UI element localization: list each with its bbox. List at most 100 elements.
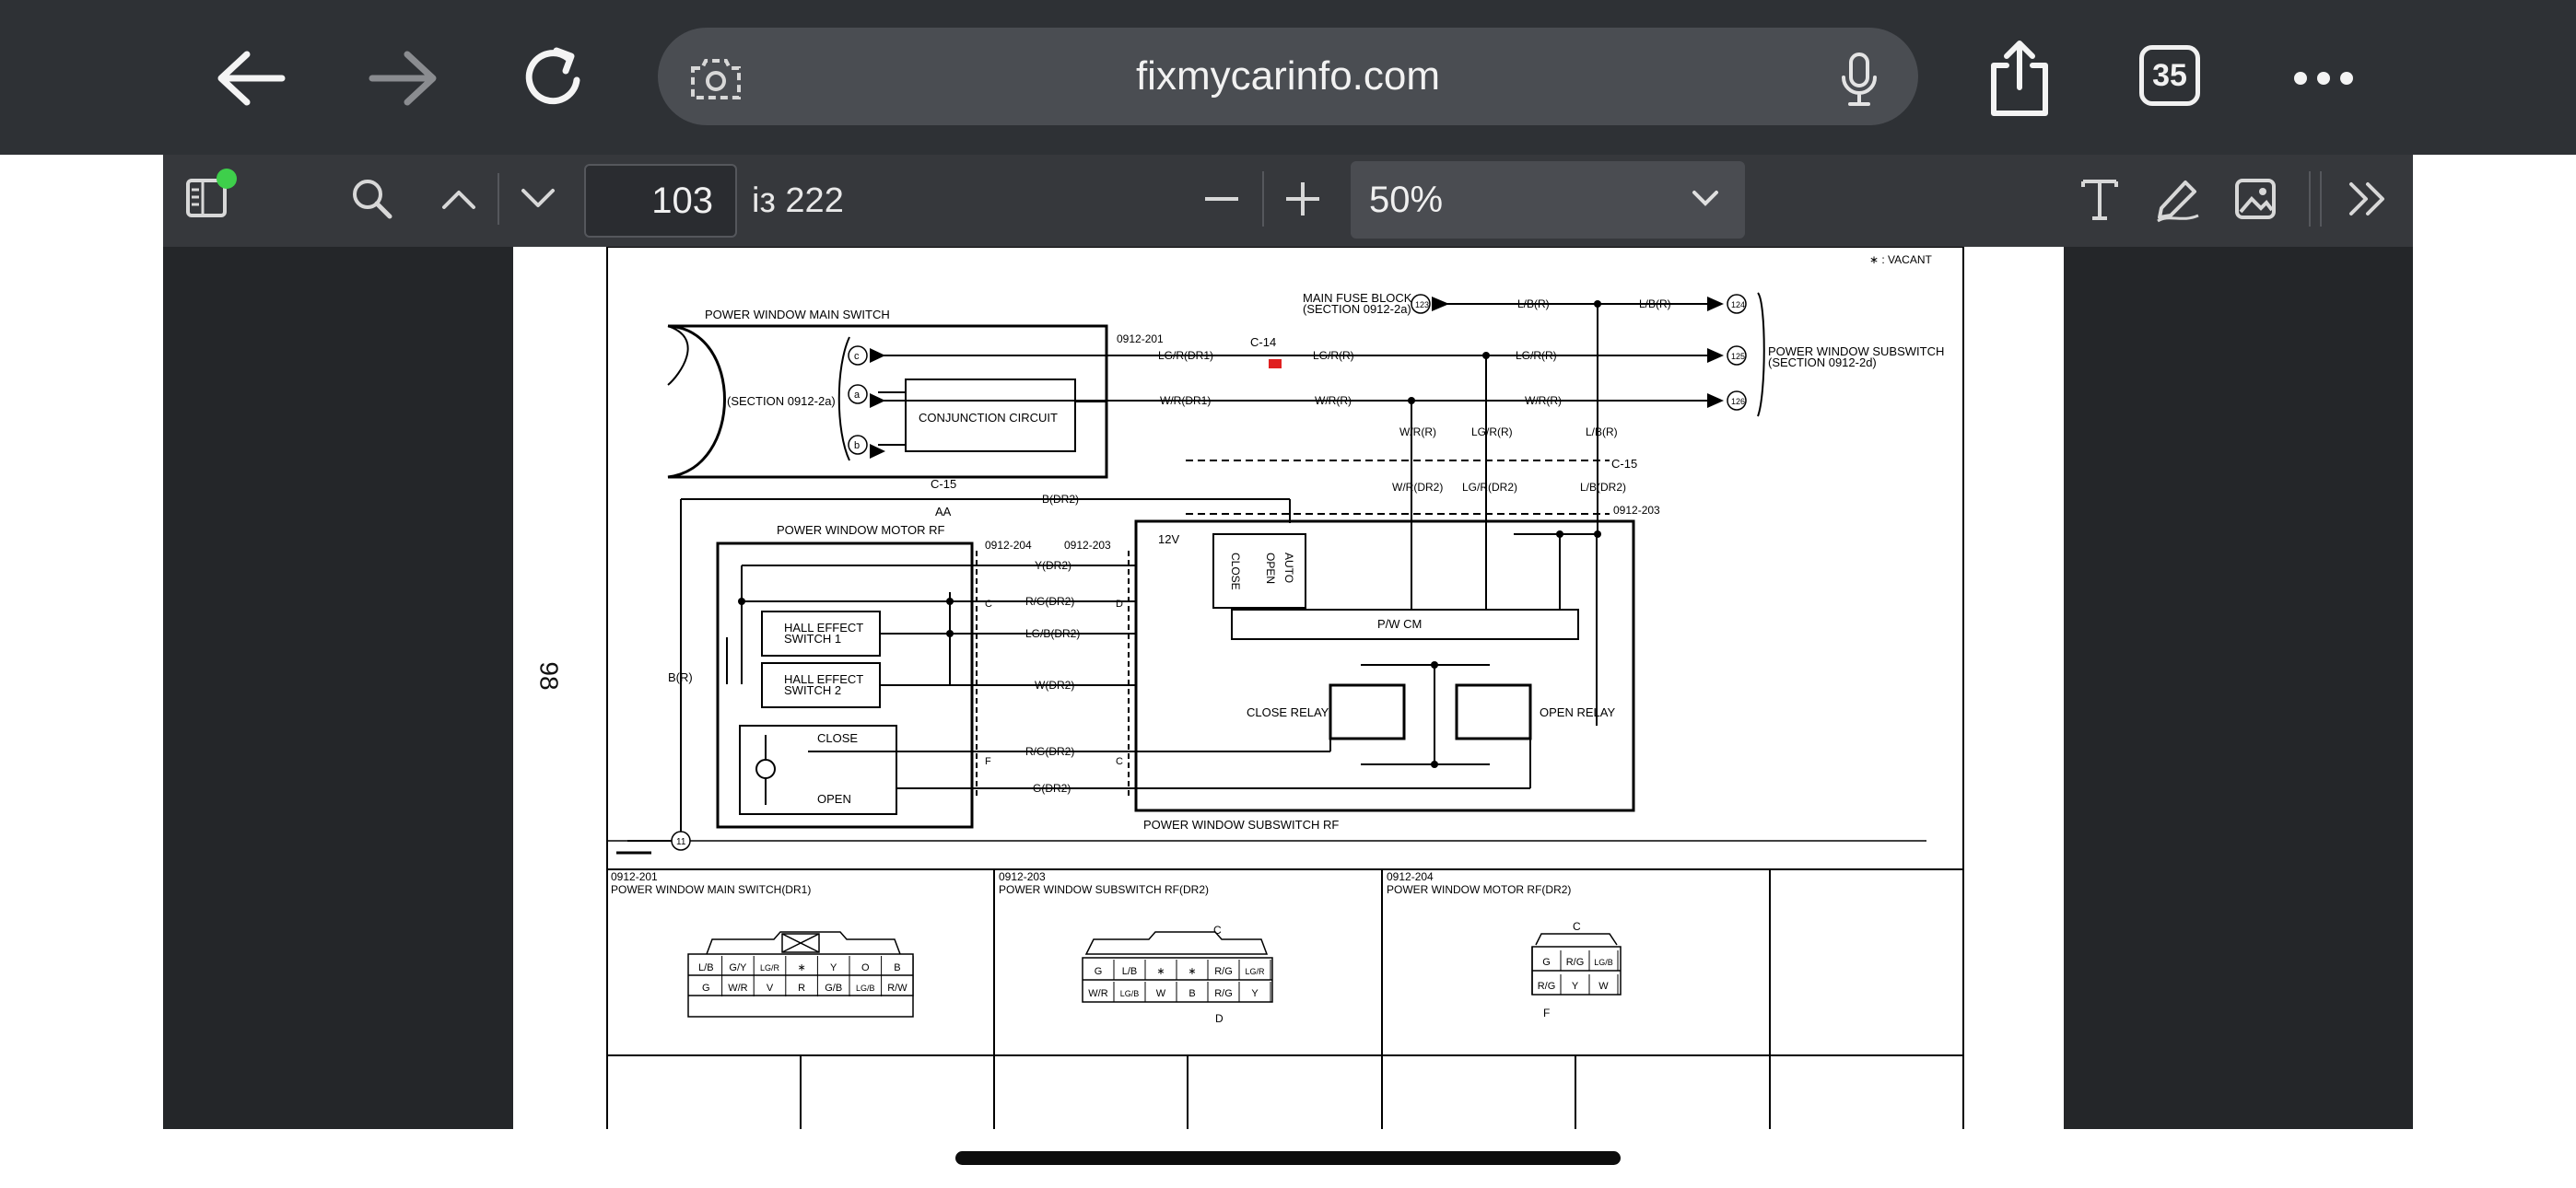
connector-pin-label: B — [1188, 988, 1195, 999]
switch-open-label: OPEN — [1264, 553, 1277, 584]
main-switch-label: POWER WINDOW MAIN SWITCH — [705, 308, 890, 321]
connector-pin-label: W/R — [728, 983, 747, 994]
pin-label: F — [985, 756, 991, 767]
connector-pin-label: W/R — [1088, 988, 1107, 999]
terminal-123: 123 — [1415, 300, 1429, 309]
section-2a-label: (SECTION 0912-2a) — [727, 394, 836, 408]
pen-tool-icon[interactable] — [2152, 171, 2204, 227]
c15-label: C-15 — [931, 477, 956, 491]
motor-rf-label: POWER WINDOW MOTOR RF — [777, 523, 945, 537]
conn-204-bottom: F — [1543, 1007, 1550, 1019]
browser-toolbar: fixmycarinfo.com 35 — [0, 0, 2576, 155]
terminal-126: 126 — [1731, 397, 1745, 406]
connector-pin-label: R/G — [1566, 957, 1585, 968]
connector-pin-label: V — [767, 983, 774, 994]
connector-pin-label: ∗ — [1156, 966, 1165, 977]
wire-label: W/R(R) — [1315, 394, 1352, 407]
pwcm-label: P/W CM — [1377, 617, 1422, 631]
wire-label: W/R(R) — [1525, 394, 1562, 407]
wire-label: L/B(DR2) — [1580, 481, 1626, 494]
motor-open-label: OPEN — [817, 792, 851, 806]
subswitch-section: (SECTION 0912-2d) — [1768, 355, 1877, 369]
connector-pin-label: R/G — [1538, 981, 1556, 992]
terminal-124: 124 — [1731, 300, 1745, 309]
switch-close-label: CLOSE — [1229, 553, 1242, 590]
chevron-up-icon[interactable] — [433, 175, 485, 223]
wire-label: LG/B(DR2) — [1025, 627, 1080, 640]
hall1-label-b: SWITCH 1 — [784, 632, 841, 646]
connector-pin-label: G — [702, 983, 710, 994]
search-icon[interactable] — [345, 171, 400, 227]
sidebar-icon[interactable] — [181, 166, 240, 225]
close-relay-label: CLOSE RELAY — [1247, 705, 1329, 719]
connector-pin-label: LG/R — [760, 963, 780, 973]
wire-label: LG/R(R) — [1313, 349, 1354, 362]
share-icon[interactable] — [1973, 32, 2066, 124]
side-page-number: 98 — [534, 661, 564, 691]
wire-label: G(DR2) — [1033, 782, 1071, 795]
wire-label: R/G(DR2) — [1025, 745, 1074, 758]
wiring-diagram: ∗ : VACANT POWER WINDOW MAIN SWITCH (SEC… — [606, 246, 1964, 1129]
connector-pin-label: Y — [830, 962, 837, 973]
more-tools-icon[interactable] — [2340, 171, 2395, 227]
chevron-down-icon[interactable] — [512, 175, 564, 223]
conn-204-tag: 0912-204 — [985, 539, 1032, 552]
more-dots-icon[interactable] — [2277, 32, 2370, 124]
wire-label: B(DR2) — [1042, 493, 1079, 506]
connector-pin-label: G/Y — [729, 962, 747, 973]
microphone-icon[interactable] — [1839, 52, 1879, 111]
zoom-in-icon[interactable] — [1284, 181, 1321, 217]
fuse-block-section: (SECTION 0912-2a) — [1303, 302, 1411, 316]
hall2-label-b: SWITCH 2 — [784, 683, 841, 697]
connector-pin-label: L/B — [698, 962, 714, 973]
terminal-11: 11 — [676, 837, 686, 847]
terminal-125: 125 — [1731, 352, 1745, 361]
vacant-note: ∗ : VACANT — [1869, 253, 1933, 266]
c15b-label: C-15 — [1611, 457, 1637, 471]
pdf-page[interactable]: ∗ : VACANT POWER WINDOW MAIN SWITCH (SEC… — [513, 246, 2064, 1129]
conn-203-top: C — [1213, 924, 1222, 937]
open-relay-label: OPEN RELAY — [1540, 705, 1615, 719]
connector-pin-label: LG/B — [1594, 958, 1613, 967]
tab-count-button[interactable]: 35 — [2139, 45, 2200, 106]
zoom-out-icon[interactable] — [1203, 181, 1240, 217]
wire-label: R/G(DR2) — [1025, 595, 1074, 608]
connector-pin-label: B — [894, 962, 900, 973]
address-bar[interactable]: fixmycarinfo.com — [658, 28, 1918, 125]
aa-label: AA — [935, 505, 952, 518]
connector-pin-label: W — [1156, 988, 1166, 999]
connector-pin-label: R/G — [1214, 988, 1233, 999]
wire-label: LG/R(R) — [1471, 425, 1513, 438]
chevron-down-icon — [1692, 189, 1719, 212]
connector-pin-label: G — [1542, 957, 1551, 968]
page-number-input[interactable]: 103 — [584, 164, 737, 238]
connector-pin-label: ∗ — [797, 962, 805, 973]
conn-204-title: POWER WINDOW MOTOR RF(DR2) — [1387, 883, 1571, 896]
pin-label: C — [985, 599, 992, 610]
home-indicator[interactable] — [955, 1151, 1621, 1165]
wire-label: L/B(R) — [1639, 297, 1671, 310]
wire-label: Y(DR2) — [1035, 559, 1071, 572]
zoom-select[interactable]: 50% — [1351, 161, 1745, 239]
zoom-value: 50% — [1369, 180, 1444, 220]
forward-arrow-icon[interactable] — [357, 32, 450, 124]
connector-pin-label: L/B — [1122, 966, 1138, 977]
connector-pin-label: LG/R — [1245, 967, 1265, 976]
reload-icon[interactable] — [509, 32, 601, 124]
image-tool-icon[interactable] — [2230, 171, 2281, 227]
br-label: B(R) — [668, 670, 693, 684]
connector-pin-label: LG/B — [856, 984, 875, 993]
wire-label: LG/R(DR1) — [1158, 349, 1213, 362]
text-tool-icon[interactable] — [2077, 171, 2123, 227]
conn-203-code: 0912-203 — [999, 870, 1046, 883]
connector-pin-label: O — [861, 962, 870, 973]
wire-label: LG/R(R) — [1516, 349, 1557, 362]
wire-label: L/B(R) — [1517, 297, 1550, 310]
pin-a: a — [854, 390, 861, 401]
conn-203-tag-2: 0912-203 — [1064, 539, 1111, 552]
conjunction-label: CONJUNCTION CIRCUIT — [919, 411, 1058, 425]
connector-pin-label: G/B — [825, 983, 842, 994]
wire-label: L/B(R) — [1586, 425, 1618, 438]
12v-label: 12V — [1158, 532, 1179, 546]
back-arrow-icon[interactable] — [205, 32, 297, 124]
